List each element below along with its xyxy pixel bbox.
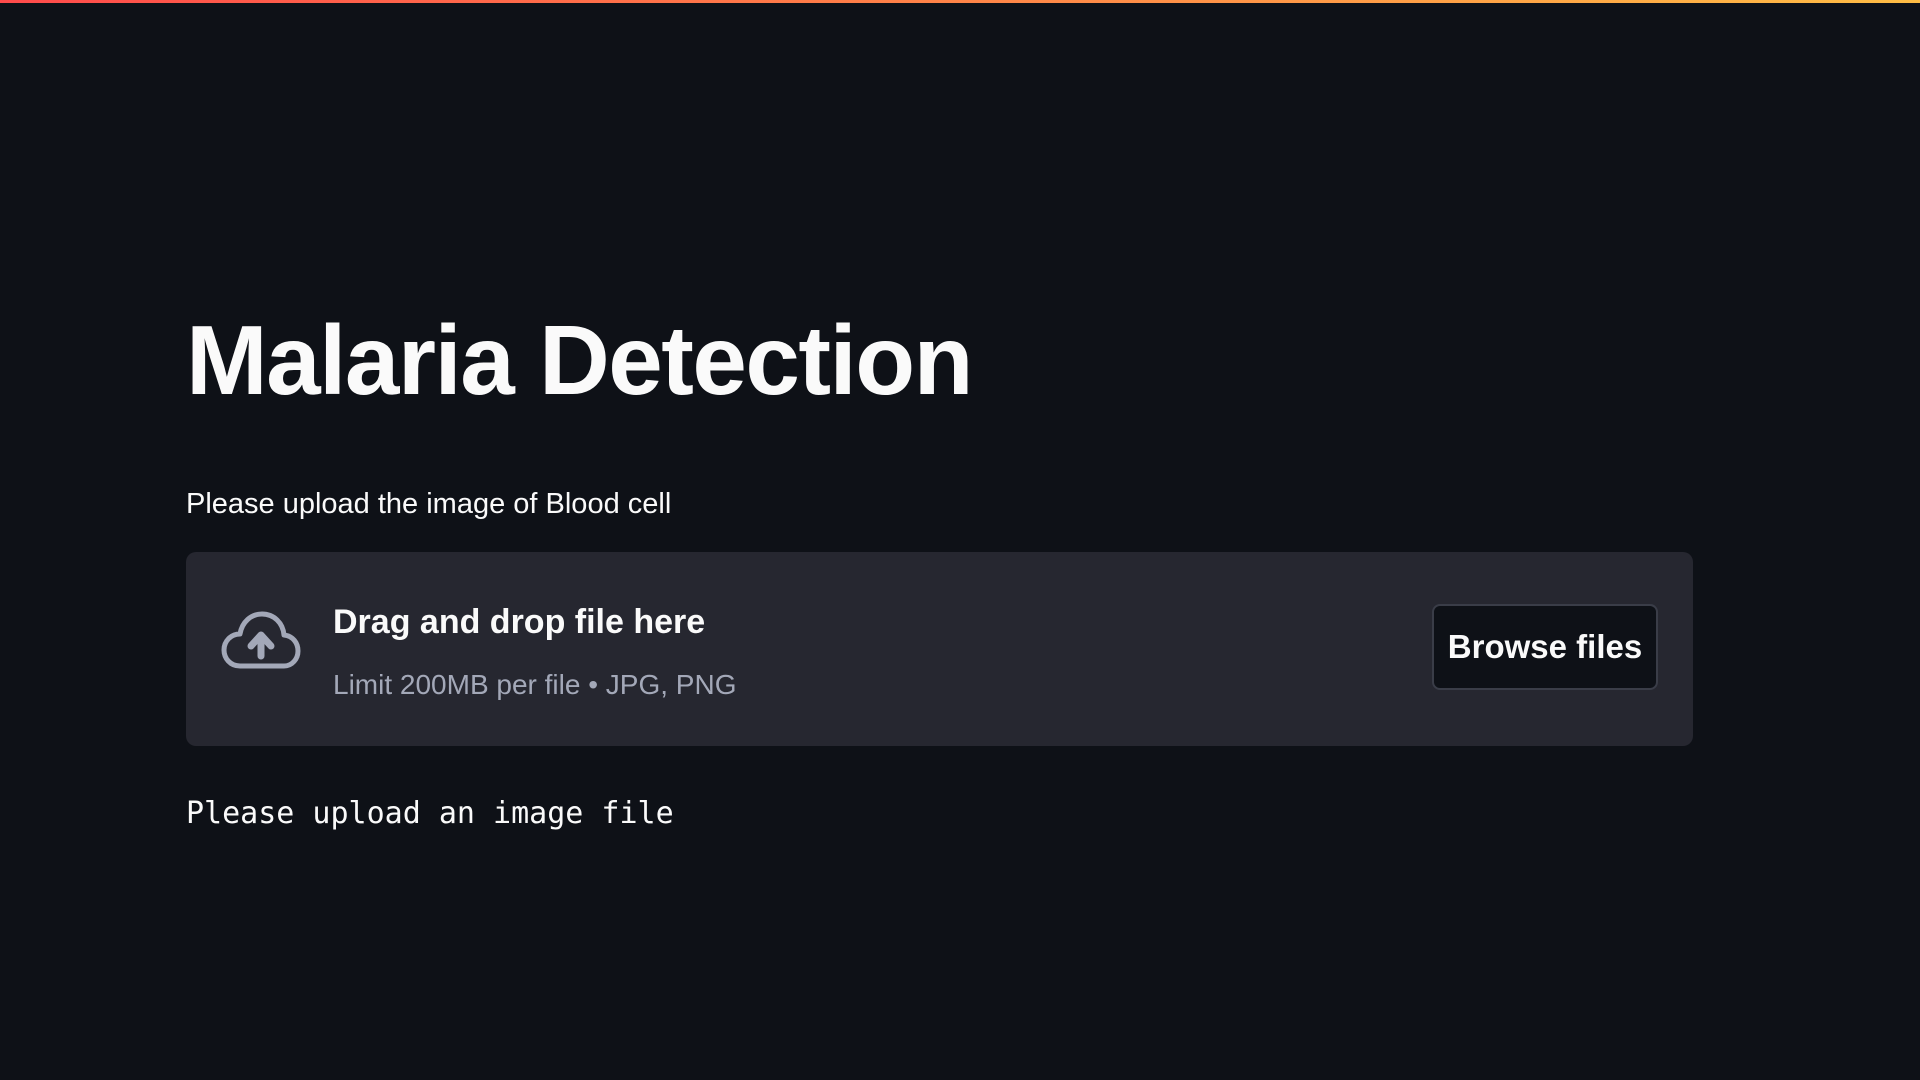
upload-label: Please upload the image of Blood cell — [186, 488, 672, 520]
dropzone-instructions: Drag and drop file here — [333, 603, 706, 641]
dropzone-limit-text: Limit 200MB per file • JPG, PNG — [333, 669, 737, 700]
status-message: Please upload an image file — [186, 796, 674, 831]
cloud-upload-icon — [221, 611, 301, 669]
page-title: Malaria Detection — [186, 305, 973, 415]
browse-files-button[interactable]: Browse files — [1432, 604, 1658, 690]
main-content: Malaria Detection Please upload the imag… — [0, 0, 1920, 1080]
file-dropzone[interactable]: Drag and drop file here Limit 200MB per … — [186, 552, 1693, 746]
